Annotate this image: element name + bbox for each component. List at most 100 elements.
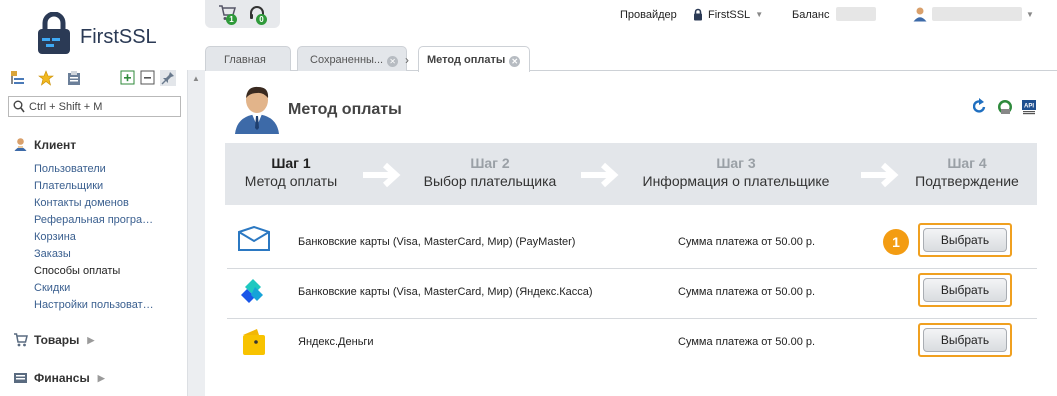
page-title: Метод оплаты <box>288 101 402 118</box>
finance-icon <box>14 373 27 383</box>
payment-min-sum: Сумма платежа от 50.00 р. <box>678 336 816 348</box>
step-3-title: Информация о плательщике <box>642 173 830 189</box>
select-button-highlight: Выбрать <box>918 323 1012 357</box>
callout-marker: 1 <box>883 229 909 255</box>
tab-saved-label: Сохраненны... <box>310 54 384 66</box>
sidebar-item-cart[interactable]: Корзина <box>34 230 154 247</box>
step-4: Шаг 4 Подтверждение <box>909 155 1025 189</box>
step-4-number: Шаг 4 <box>947 155 987 171</box>
tab-payment-method-label: Метод оплаты <box>427 54 506 66</box>
tab-separator-chevron-icon: › <box>405 53 409 67</box>
step-2: Шаг 2 Выбор плательщика <box>413 155 567 189</box>
top-actions-bar: 1 0 <box>205 0 280 28</box>
payment-method-row: Банковские карты (Visa, MasterCard, Мир)… <box>227 218 1037 268</box>
chevron-right-icon: ▶ <box>97 372 105 383</box>
logo-text: FirstSSL <box>80 26 157 48</box>
yandex-money-wallet-icon <box>243 329 265 355</box>
balance-value-redacted <box>836 7 876 21</box>
support-count-badge: 0 <box>256 14 267 25</box>
favorites-star-icon[interactable] <box>38 70 54 86</box>
user-name-redacted <box>932 7 1022 21</box>
select-yandex-money-button[interactable]: Выбрать <box>923 328 1007 352</box>
select-button-highlight: Выбрать <box>918 223 1012 257</box>
step-2-number: Шаг 2 <box>470 155 510 171</box>
step-arrow-icon <box>581 162 619 188</box>
user-avatar-icon <box>913 7 927 22</box>
user-menu[interactable]: ▼ <box>912 6 1034 22</box>
step-1-number: Шаг 1 <box>271 155 311 171</box>
sidebar-item-referral-program[interactable]: Реферальная програ… <box>34 213 154 230</box>
lock-icon <box>694 8 702 21</box>
provider-dropdown[interactable]: FirstSSL ▼ <box>693 8 763 21</box>
tab-saved[interactable]: Сохраненны... ✕ <box>297 46 407 71</box>
payment-method-name: Банковские карты (Visa, MasterCard, Мир)… <box>298 286 593 298</box>
payment-method-row: Яндекс.Деньги Сумма платежа от 50.00 р. … <box>227 318 1037 368</box>
sidebar-item-domain-contacts[interactable]: Контакты доменов <box>34 196 154 213</box>
step-1-title: Метод оплаты <box>244 173 338 189</box>
lock-logo-icon <box>38 12 70 54</box>
sidebar: FirstSSL Клиент Пользователи Плательщики… <box>0 0 187 396</box>
sidebar-item-payers[interactable]: Плательщики <box>34 179 154 196</box>
cart-count-badge: 1 <box>226 14 237 25</box>
tab-home-label: Главная <box>224 54 266 66</box>
api-icon[interactable]: API <box>1021 99 1037 115</box>
payment-min-sum: Сумма платежа от 50.00 р. <box>678 286 816 298</box>
sidebar-item-user-settings[interactable]: Настройки пользоват… <box>34 298 154 315</box>
collapse-all-icon[interactable] <box>140 70 156 86</box>
sidebar-item-discounts[interactable]: Скидки <box>34 281 154 298</box>
sidebar-toolbar <box>10 70 180 90</box>
step-arrow-icon <box>363 162 401 188</box>
page-user-avatar-icon <box>235 86 279 134</box>
step-3: Шаг 3 Информация о плательщике <box>635 155 837 189</box>
tree-view-icon[interactable] <box>10 70 26 86</box>
select-paymaster-button[interactable]: Выбрать <box>923 228 1007 252</box>
chevron-down-icon: ▼ <box>1026 9 1034 19</box>
balance-label: Баланс <box>792 9 830 21</box>
refresh-icon[interactable] <box>973 98 987 114</box>
sidebar-section-finance[interactable]: Финансы ▶ <box>13 371 105 385</box>
sidebar-item-orders[interactable]: Заказы <box>34 247 154 264</box>
sidebar-section-client[interactable]: Клиент <box>13 137 76 152</box>
payment-method-name: Банковские карты (Visa, MasterCard, Мир)… <box>298 236 576 248</box>
scroll-up-arrow-icon[interactable]: ▲ <box>192 74 200 83</box>
sidebar-section-goods-label: Товары <box>34 333 80 347</box>
tab-payment-method[interactable]: Метод оплаты ✕ <box>418 46 530 72</box>
search-icon <box>13 100 25 113</box>
sidebar-scrollbar[interactable]: ▲ <box>187 70 205 396</box>
close-tab-icon[interactable]: ✕ <box>387 56 399 67</box>
select-button-highlight: Выбрать <box>918 273 1012 307</box>
select-yandex-kassa-button[interactable]: Выбрать <box>923 278 1007 302</box>
pin-icon[interactable] <box>160 70 176 86</box>
close-tab-icon[interactable]: ✕ <box>509 56 521 67</box>
provider-label: Провайдер <box>620 9 677 21</box>
clipboard-icon[interactable] <box>66 70 82 86</box>
chevron-down-icon: ▼ <box>755 10 764 19</box>
client-user-icon <box>14 138 27 151</box>
step-4-title: Подтверждение <box>915 173 1019 189</box>
payment-method-name: Яндекс.Деньги <box>298 336 374 348</box>
step-1: Шаг 1 Метод оплаты <box>233 155 349 189</box>
sidebar-section-finance-label: Финансы <box>34 371 90 385</box>
sidebar-section-client-label: Клиент <box>34 137 77 152</box>
payment-min-sum: Сумма платежа от 50.00 р. <box>678 236 816 248</box>
sidebar-search[interactable] <box>8 96 181 117</box>
svg-text:API: API <box>1024 104 1034 110</box>
sidebar-search-input[interactable] <box>29 99 177 114</box>
app-logo[interactable]: FirstSSL <box>36 12 166 58</box>
shopping-cart-icon <box>14 333 28 347</box>
export-icon[interactable] <box>997 99 1013 115</box>
provider-name: FirstSSL <box>708 8 751 21</box>
tab-home[interactable]: Главная <box>205 46 291 71</box>
client-menu: Пользователи Плательщики Контакты домено… <box>34 162 154 315</box>
sidebar-item-users[interactable]: Пользователи <box>34 162 154 179</box>
yandex-kassa-icon <box>241 279 263 303</box>
wizard-steps: Шаг 1 Метод оплаты Шаг 2 Выбор плательщи… <box>225 143 1037 205</box>
sidebar-section-goods[interactable]: Товары ▶ <box>13 333 94 347</box>
chevron-right-icon: ▶ <box>87 334 95 345</box>
step-3-number: Шаг 3 <box>716 155 756 171</box>
step-2-title: Выбор плательщика <box>423 173 557 189</box>
sidebar-item-payment-methods[interactable]: Способы оплаты <box>34 264 154 281</box>
expand-all-icon[interactable] <box>120 70 136 86</box>
payment-method-row: Банковские карты (Visa, MasterCard, Мир)… <box>227 268 1037 318</box>
step-arrow-icon <box>861 162 899 188</box>
